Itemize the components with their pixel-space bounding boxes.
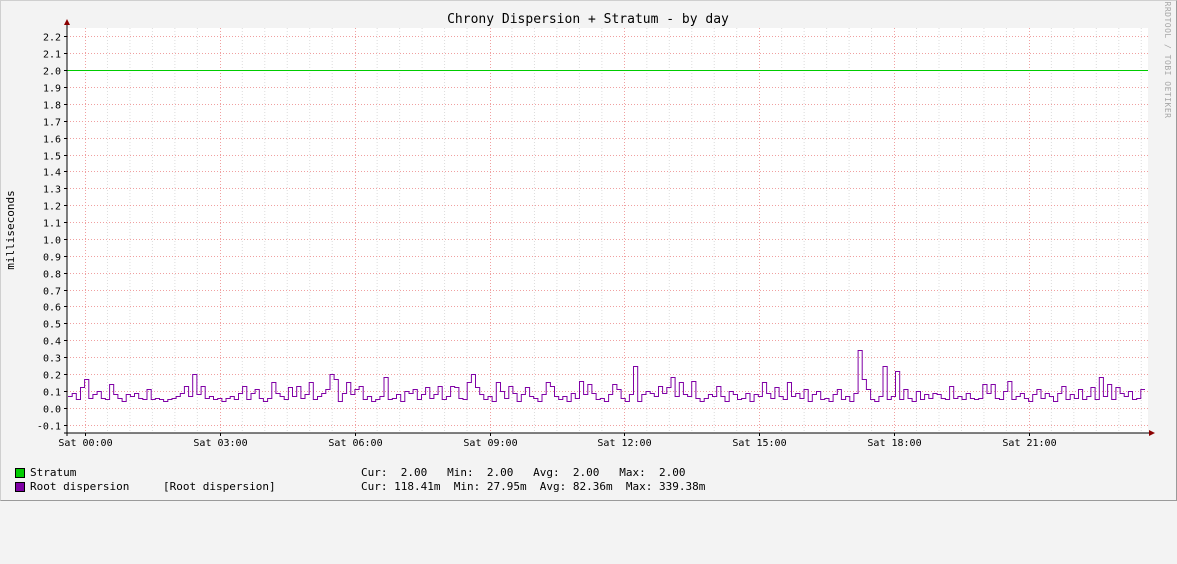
y-tick-label: 0.5 <box>43 320 61 331</box>
y-tick-label: 1.9 <box>43 84 61 95</box>
y-tick-label: 1.6 <box>43 135 61 146</box>
legend-label: Stratum <box>30 466 77 479</box>
y-tick-label: 1.7 <box>43 118 61 129</box>
y-tick-label: 1.2 <box>43 202 61 213</box>
rrdtool-watermark: RRDTOOL / TOBI OETIKER <box>1163 2 1172 119</box>
y-axis-label: milliseconds <box>4 190 17 269</box>
legend: Stratum Cur: 2.00 Min: 2.00 Avg: 2.00 Ma… <box>15 466 775 494</box>
legend-swatch-stratum <box>15 468 25 478</box>
x-axis-arrow-icon <box>1149 430 1155 436</box>
y-tick-label: 1.8 <box>43 101 61 112</box>
y-tick-labels: -0.1 0.0 0.1 0.2 0.3 0.4 0.5 0.6 0.7 0.8 0.9 1.0 1.1… <box>37 33 61 433</box>
x-tick-label: Sat 18:00 <box>867 438 921 449</box>
y-tick-label: 1.0 <box>43 236 61 247</box>
y-tick-label: 0.4 <box>43 337 61 348</box>
y-axis-arrow-icon <box>64 19 70 25</box>
legend-swatch-root-dispersion <box>15 482 25 492</box>
y-tick-label: 1.3 <box>43 185 61 196</box>
y-tick-label: 0.8 <box>43 270 61 281</box>
x-tick-labels: Sat 00:00 Sat 03:00 Sat 06:00 Sat 09:00 Sat … <box>58 438 1056 449</box>
x-tick-label: Sat 00:00 <box>58 438 112 449</box>
legend-label: Root dispersion <box>30 480 130 493</box>
y-tick-label: 2.1 <box>43 50 61 61</box>
y-tick-label: 0.3 <box>43 354 61 365</box>
x-tick-label: Sat 21:00 <box>1002 438 1056 449</box>
y-tick-label: 1.1 <box>43 219 61 230</box>
chart-canvas: -0.1 0.0 0.1 0.2 0.3 0.4 0.5 0.6 0.7 0.8 0.9 1.0 1.1… <box>4 2 1172 449</box>
x-tick-label: Sat 15:00 <box>732 438 786 449</box>
x-tick-label: Sat 03:00 <box>193 438 247 449</box>
y-tick-label: 2.2 <box>43 33 61 44</box>
x-tick-label: Sat 09:00 <box>463 438 517 449</box>
legend-stats: Cur: 118.41m Min: 27.95m Avg: 82.36m Max… <box>361 480 706 493</box>
x-tick-label: Sat 12:00 <box>597 438 651 449</box>
y-tick-label: 0.6 <box>43 303 61 314</box>
chart-title: Chrony Dispersion + Stratum - by day <box>447 12 729 27</box>
legend-stats: Cur: 2.00 Min: 2.00 Avg: 2.00 Max: 2.00 <box>361 466 686 479</box>
y-tick-label: 1.4 <box>43 168 61 179</box>
legend-item-stratum: Stratum Cur: 2.00 Min: 2.00 Avg: 2.00 Ma… <box>15 466 775 480</box>
y-tick-label: 0.1 <box>43 388 61 399</box>
y-tick-label: -0.1 <box>37 422 61 433</box>
y-tick-label: 0.7 <box>43 287 61 298</box>
y-tick-label: 1.5 <box>43 152 61 163</box>
y-tick-label: 0.9 <box>43 253 61 264</box>
y-tick-label: 0.2 <box>43 371 61 382</box>
y-tick-label: 0.0 <box>43 405 61 416</box>
legend-comment: [Root dispersion] <box>163 480 276 493</box>
x-tick-label: Sat 06:00 <box>328 438 382 449</box>
y-tick-label: 2.0 <box>43 67 61 78</box>
legend-item-root-dispersion: Root dispersion [Root dispersion] Cur: 1… <box>15 480 775 494</box>
plot-background <box>67 28 1148 433</box>
